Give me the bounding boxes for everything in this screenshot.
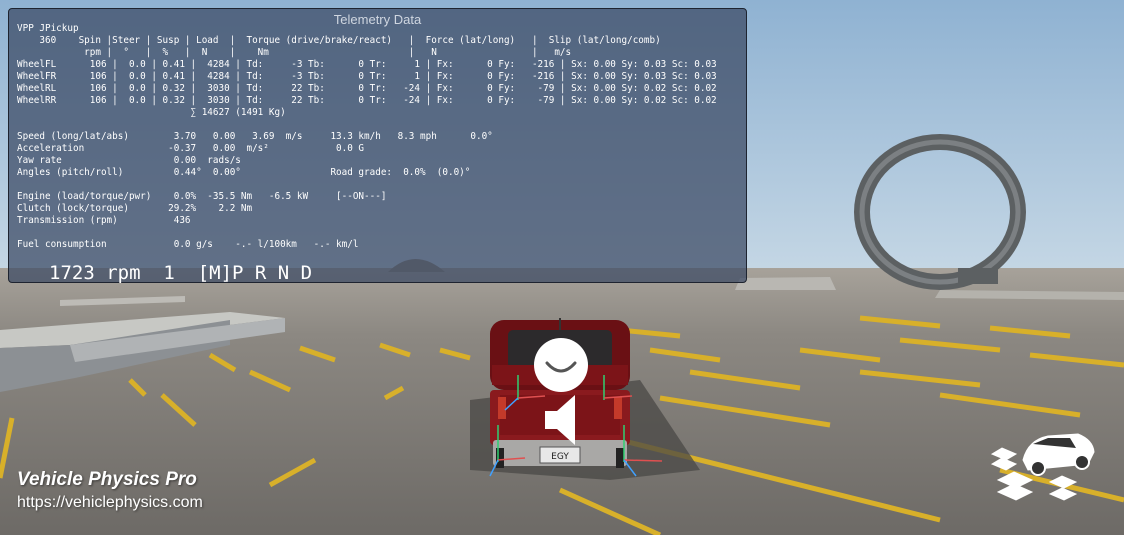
license-plate-text: EGY <box>551 452 569 462</box>
telemetry-line: WheelFL 106 | 0.0 | 0.41 | 4284 | Td: -3… <box>17 59 717 70</box>
car-camera-icon <box>990 433 1095 501</box>
pause-smile-icon <box>534 338 588 392</box>
telemetry-line: Yaw rate 0.00 rads/s <box>17 155 241 166</box>
speaker-icon <box>545 395 575 445</box>
gear-rpm-readout: 1723 rpm 1 [M]P R N D <box>49 262 313 284</box>
telemetry-line: WheelFR 106 | 0.0 | 0.41 | 4284 | Td: -3… <box>17 71 717 82</box>
audio-button[interactable] <box>543 393 579 447</box>
telemetry-line: 360 Spin |Steer | Susp | Load | Torque (… <box>17 35 661 46</box>
telemetry-line: Acceleration -0.37 0.00 m/s² 0.0 G <box>17 143 365 154</box>
brand-url-link[interactable]: https://vehiclephysics.com <box>17 494 203 512</box>
brand-title: Vehicle Physics Pro <box>17 469 197 490</box>
telemetry-line: Engine (load/torque/pwr) 0.0% -35.5 Nm -… <box>17 191 387 202</box>
telemetry-line: Fuel consumption 0.0 g/s -.- l/100km -.-… <box>17 239 359 250</box>
telemetry-panel: Telemetry Data VPP JPickup 360 Spin |Ste… <box>8 8 747 284</box>
telemetry-line: Transmission (rpm) 436 <box>17 215 191 226</box>
telemetry-line: WheelRL 106 | 0.0 | 0.32 | 3030 | Td: 22… <box>17 83 717 94</box>
telemetry-line: Clutch (lock/torque) 29.2% 2.2 Nm <box>17 203 253 214</box>
camera-mode-button[interactable] <box>988 430 1098 506</box>
telemetry-readout: VPP JPickup 360 Spin |Steer | Susp | Loa… <box>17 23 717 251</box>
telemetry-line: Angles (pitch/roll) 0.44° 0.00° Road gra… <box>17 167 471 178</box>
telemetry-line: WheelRR 106 | 0.0 | 0.32 | 3030 | Td: 22… <box>17 95 717 106</box>
far-platform <box>735 277 836 290</box>
telemetry-line: VPP JPickup <box>17 23 79 34</box>
pause-button[interactable] <box>533 337 589 393</box>
telemetry-line: Speed (long/lat/abs) 3.70 0.00 3.69 m/s … <box>17 131 493 142</box>
telemetry-line: rpm | ° | % | N | Nm | N | m/s <box>17 47 572 58</box>
telemetry-line: ∑ 14627 (1491 Kg) <box>17 107 286 118</box>
